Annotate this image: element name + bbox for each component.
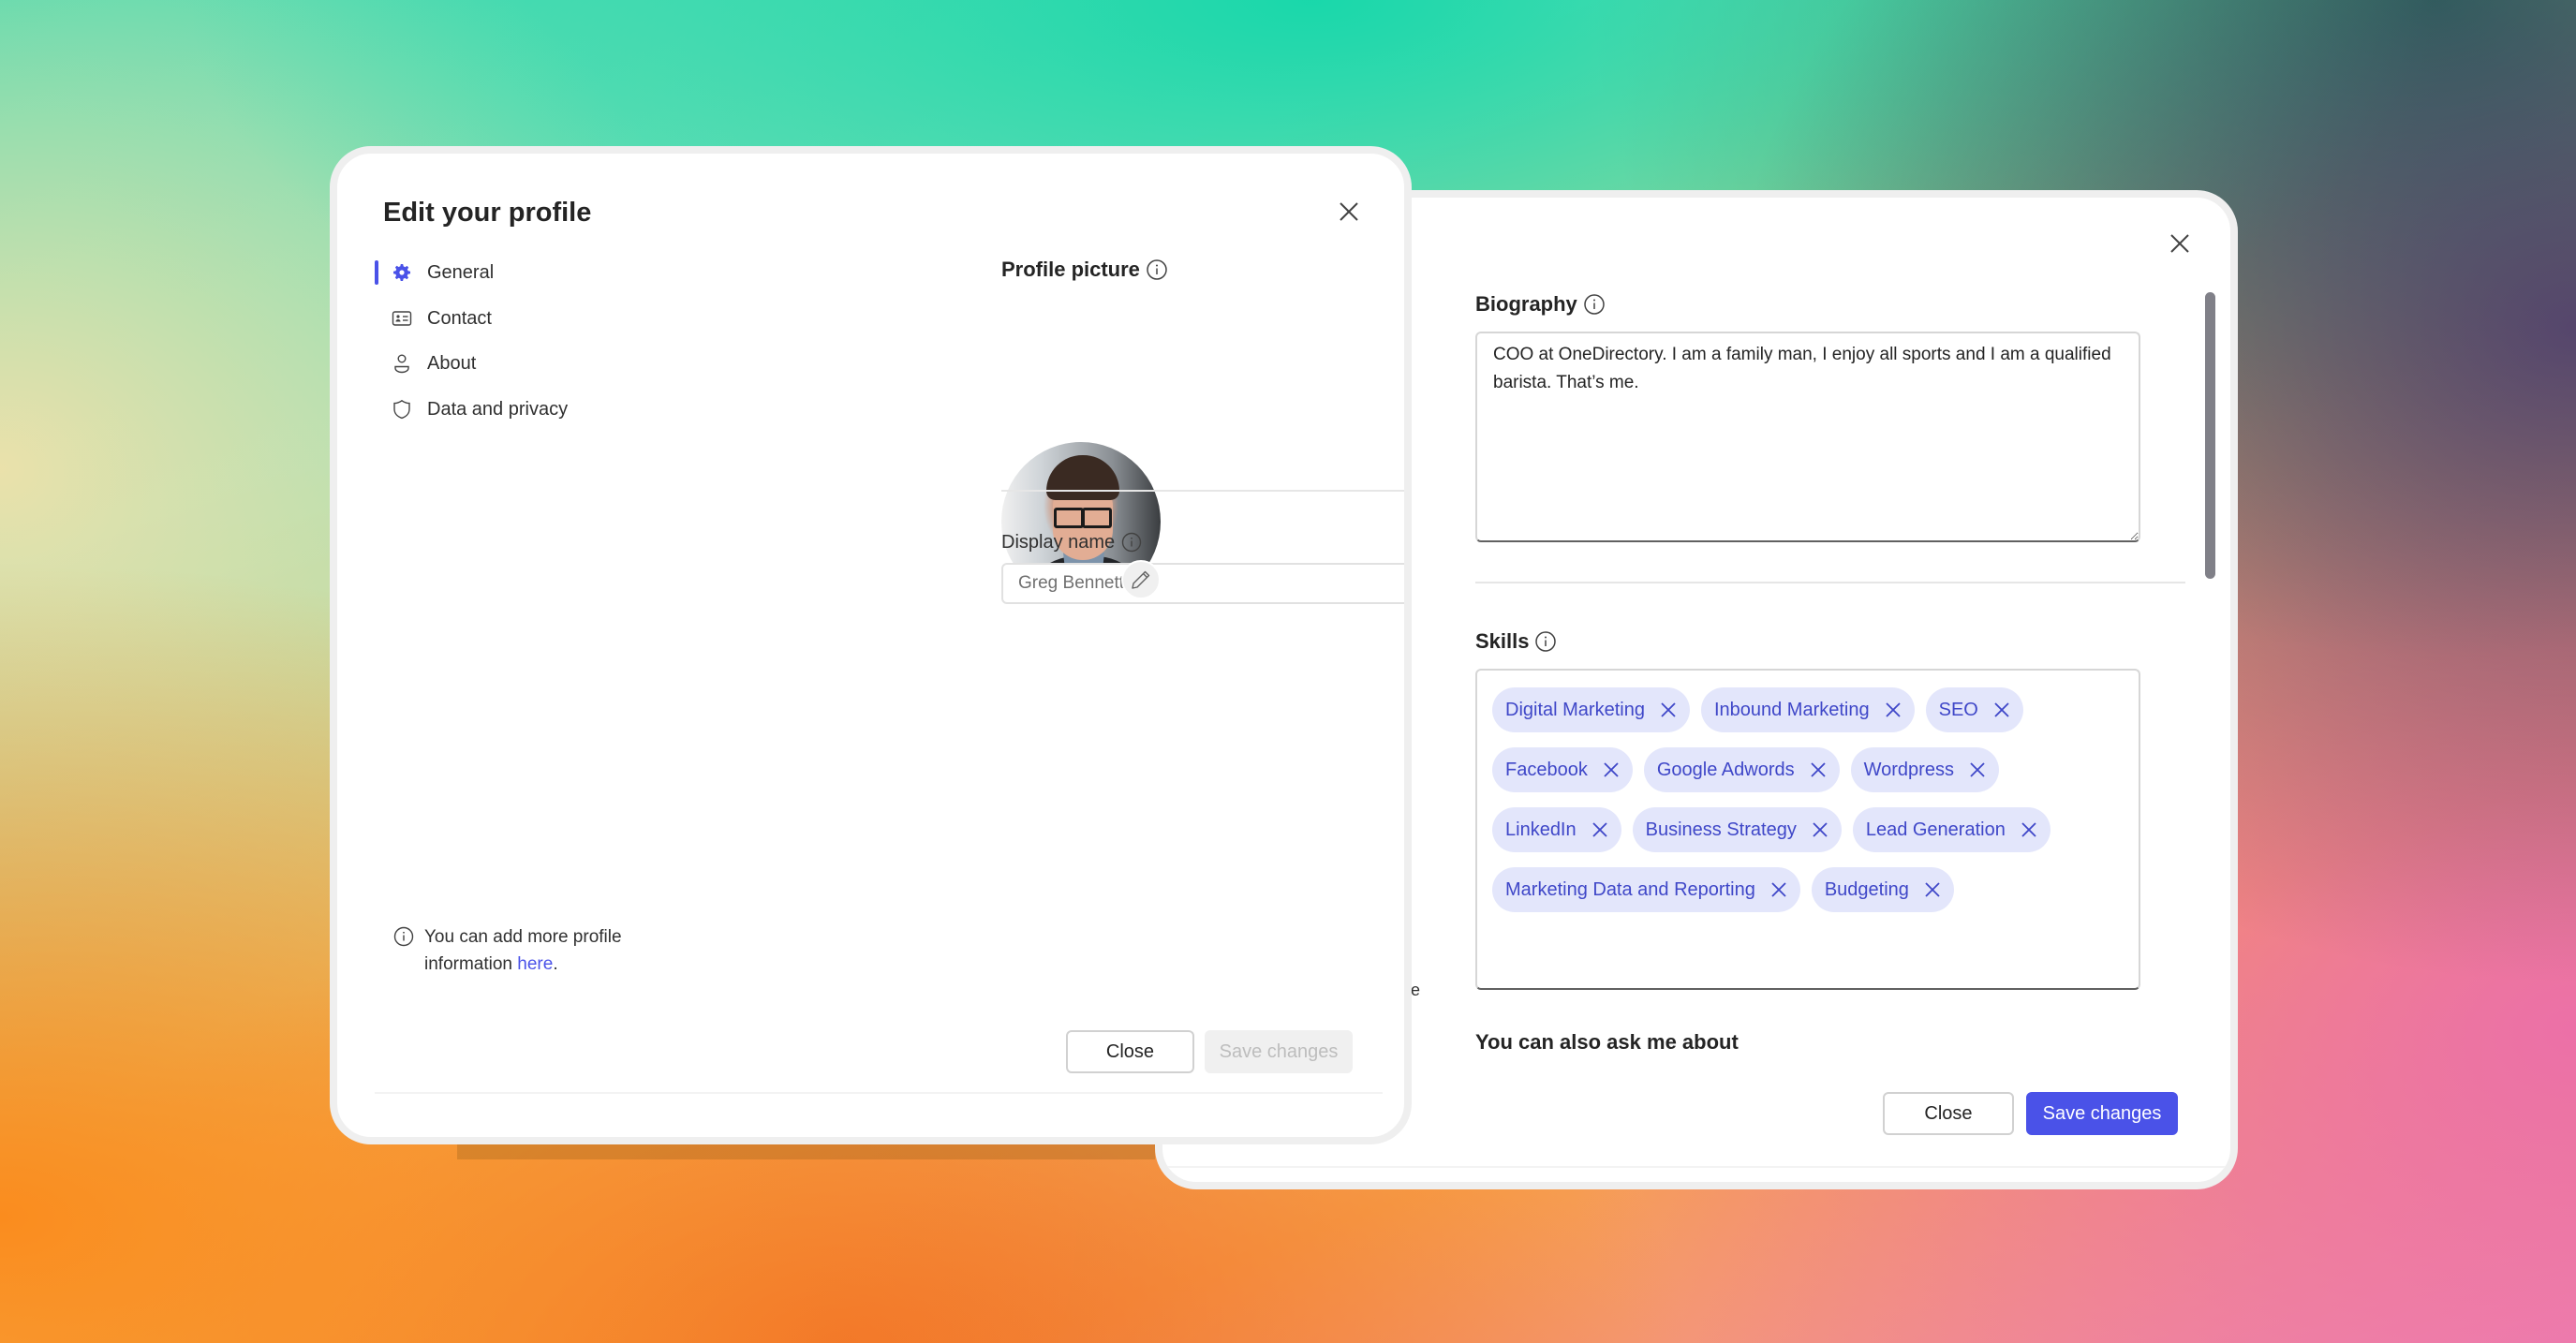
- shield-icon: [390, 397, 414, 421]
- sidebar-item-label: Contact: [427, 307, 492, 329]
- gear-icon: [390, 260, 414, 285]
- skill-chip-label: LinkedIn: [1505, 819, 1577, 840]
- remove-skill-icon[interactable]: [1658, 700, 1679, 720]
- avatar-glasses: [1054, 508, 1112, 528]
- edit-avatar-button[interactable]: [1121, 560, 1161, 599]
- sidebar-item-data-and-privacy[interactable]: Data and privacy: [375, 392, 568, 426]
- remove-skill-icon[interactable]: [2019, 819, 2039, 840]
- inactive-indicator: [375, 351, 378, 376]
- skill-chip-label: Lead Generation: [1865, 819, 2006, 840]
- pencil-icon: [1130, 568, 1152, 591]
- biography-textarea[interactable]: COO at OneDirectory. I am a family man, …: [1475, 332, 2140, 542]
- scrollbar-thumb[interactable]: [2205, 292, 2215, 579]
- sidebar-item-about[interactable]: About: [375, 347, 476, 380]
- note-text: You can add more profile information her…: [424, 923, 649, 978]
- close-icon[interactable]: [2167, 230, 2193, 257]
- display-name-label-text: Display name: [1001, 531, 1116, 553]
- info-icon: [392, 925, 415, 948]
- skill-chip-label: Inbound Marketing: [1713, 699, 1870, 720]
- close-button[interactable]: Close: [1066, 1030, 1194, 1073]
- skill-chip-label: SEO: [1938, 699, 1978, 720]
- clipped-text: e: [1411, 981, 1421, 999]
- biography-label-text: Biography: [1475, 292, 1577, 316]
- dialog-shadow: [457, 1144, 1155, 1159]
- active-indicator: [375, 260, 378, 285]
- section-divider: [1001, 490, 1404, 492]
- skill-chip: Budgeting: [1811, 867, 1954, 912]
- ask-me-about-label: You can also ask me about: [1475, 1030, 1739, 1054]
- save-changes-button-disabled[interactable]: Save changes: [1205, 1030, 1353, 1073]
- profile-picture-label: Profile picture: [1001, 258, 1168, 282]
- skill-chip: SEO: [1925, 687, 2023, 732]
- remove-skill-icon[interactable]: [1769, 879, 1789, 900]
- sidebar-item-contact[interactable]: Contact: [375, 302, 492, 335]
- skill-chip-label: Business Strategy: [1645, 819, 1797, 840]
- here-link[interactable]: here: [517, 954, 553, 974]
- remove-skill-icon[interactable]: [1810, 819, 1830, 840]
- skill-chip: Facebook: [1492, 747, 1633, 792]
- close-icon[interactable]: [1336, 199, 1362, 225]
- skills-label-text: Skills: [1475, 629, 1530, 653]
- skill-chip-label: Google Adwords: [1656, 759, 1795, 780]
- footer-divider: [1162, 1166, 2230, 1168]
- skill-chip: Business Strategy: [1632, 807, 1842, 852]
- close-button[interactable]: Close: [1883, 1092, 2014, 1135]
- info-icon[interactable]: [1146, 258, 1168, 281]
- skill-chip-label: Marketing Data and Reporting: [1505, 878, 1755, 900]
- remove-skill-icon[interactable]: [1883, 700, 1903, 720]
- skill-chip: Lead Generation: [1852, 807, 2050, 852]
- remove-skill-icon[interactable]: [1991, 700, 2012, 720]
- dialog-title: Edit your profile: [383, 198, 592, 228]
- avatar-hair: [1046, 455, 1119, 500]
- display-name-label: Display name: [1001, 531, 1143, 553]
- inactive-indicator: [375, 306, 378, 331]
- display-name-input[interactable]: [1001, 563, 1404, 604]
- skill-chip-label: Budgeting: [1824, 878, 1909, 900]
- info-icon[interactable]: [1534, 630, 1557, 653]
- edit-profile-dialog: Edit your profile General Contact About …: [330, 146, 1412, 1144]
- contact-card-icon: [390, 306, 414, 331]
- skills-label: Skills: [1475, 629, 1557, 654]
- inactive-indicator: [375, 397, 378, 421]
- info-icon[interactable]: [1583, 293, 1606, 316]
- skill-chip-label: Wordpress: [1863, 759, 1954, 780]
- remove-skill-icon[interactable]: [1601, 760, 1621, 780]
- sidebar-item-label: General: [427, 261, 495, 283]
- remove-skill-icon[interactable]: [1590, 819, 1610, 840]
- skill-chip: LinkedIn: [1492, 807, 1621, 852]
- skill-chip-label: Digital Marketing: [1505, 699, 1645, 720]
- skill-chip: Marketing Data and Reporting: [1492, 867, 1800, 912]
- skill-chip-label: Facebook: [1505, 759, 1588, 780]
- note-suffix: .: [553, 954, 558, 974]
- remove-skill-icon[interactable]: [1967, 760, 1988, 780]
- save-changes-button[interactable]: Save changes: [2026, 1092, 2178, 1135]
- info-icon[interactable]: [1120, 531, 1143, 553]
- section-divider: [1475, 582, 2185, 583]
- profile-picture-label-text: Profile picture: [1001, 258, 1140, 281]
- remove-skill-icon[interactable]: [1808, 760, 1828, 780]
- person-icon: [390, 351, 414, 376]
- skill-chip: Digital Marketing: [1492, 687, 1690, 732]
- skills-tag-input[interactable]: Digital Marketing Inbound Marketing SEO Fac…: [1475, 669, 2140, 990]
- sidebar-item-label: Data and privacy: [427, 398, 569, 420]
- more-info-note: You can add more profile information her…: [392, 923, 649, 978]
- sidebar-item-label: About: [427, 352, 477, 374]
- skill-chip: Google Adwords: [1643, 747, 1840, 792]
- biography-label: Biography: [1475, 292, 1606, 317]
- skill-chip: Wordpress: [1850, 747, 1999, 792]
- remove-skill-icon[interactable]: [1922, 879, 1943, 900]
- sidebar-item-general[interactable]: General: [375, 256, 494, 289]
- footer-divider: [375, 1092, 1383, 1094]
- skill-chip: Inbound Marketing: [1700, 687, 1915, 732]
